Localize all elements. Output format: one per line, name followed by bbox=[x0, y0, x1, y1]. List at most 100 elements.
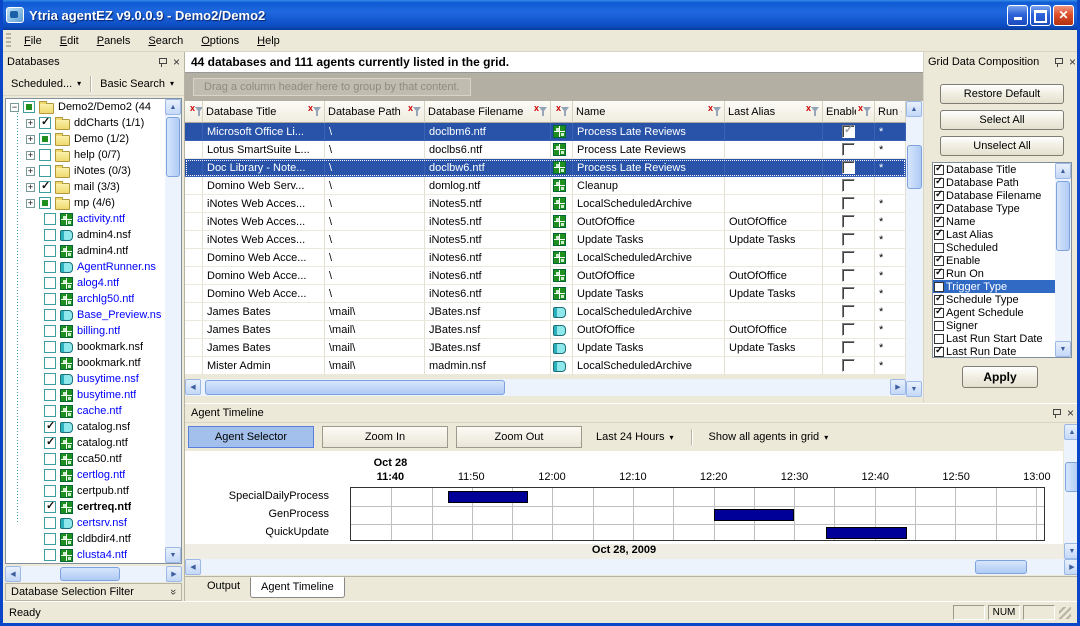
filter-icon[interactable] bbox=[806, 106, 819, 117]
field-checkbox[interactable]: ✓ bbox=[934, 230, 944, 240]
tree-horizontal-scrollbar[interactable]: ◀ ▶ bbox=[5, 566, 182, 582]
grid-vscroll-thumb[interactable] bbox=[907, 145, 922, 189]
checkbox-partial[interactable] bbox=[39, 133, 51, 145]
agent-run-bar[interactable] bbox=[714, 509, 795, 521]
menu-help[interactable]: Help bbox=[248, 32, 289, 50]
enable-checkbox[interactable] bbox=[842, 143, 855, 156]
column-header-run-c[interactable]: Run C bbox=[875, 101, 906, 123]
tree-scroll-thumb[interactable] bbox=[166, 117, 180, 177]
scroll-down-icon[interactable]: ▼ bbox=[1055, 341, 1071, 357]
field-item-schedule-type[interactable]: ✓Schedule Type bbox=[933, 293, 1055, 306]
scroll-right-icon[interactable]: ▶ bbox=[166, 566, 182, 582]
resize-grip[interactable] bbox=[1059, 607, 1071, 619]
close-icon[interactable]: × bbox=[1069, 57, 1076, 67]
checkbox-unchecked[interactable] bbox=[44, 357, 56, 369]
expand-toggle-icon[interactable]: + bbox=[26, 167, 35, 176]
tree-item[interactable]: cache.ntf bbox=[6, 403, 165, 419]
database-selection-filter-bar[interactable]: Database Selection Filter » bbox=[5, 583, 182, 601]
enable-checkbox[interactable] bbox=[842, 287, 855, 300]
enable-checkbox[interactable] bbox=[842, 269, 855, 282]
fields-vertical-scrollbar[interactable]: ▲ ▼ bbox=[1055, 163, 1071, 357]
scroll-right-icon[interactable]: ▶ bbox=[890, 379, 906, 395]
field-item-database-title[interactable]: ✓Database Title bbox=[933, 163, 1055, 176]
filter-icon[interactable] bbox=[408, 106, 421, 117]
close-icon[interactable]: × bbox=[173, 57, 180, 67]
menu-search[interactable]: Search bbox=[139, 32, 192, 50]
field-item-enable[interactable]: ✓Enable bbox=[933, 254, 1055, 267]
tree-item[interactable]: ✓catalog.nsf bbox=[6, 419, 165, 435]
field-item-database-type[interactable]: ✓Database Type bbox=[933, 202, 1055, 215]
filter-icon[interactable] bbox=[534, 106, 547, 117]
timeline-vertical-scrollbar[interactable]: ▲ ▼ bbox=[1064, 424, 1080, 559]
grid-horizontal-scrollbar[interactable]: ◀ ▶ bbox=[185, 379, 906, 396]
expand-toggle-icon[interactable]: + bbox=[26, 151, 35, 160]
field-checkbox[interactable]: ✓ bbox=[934, 256, 944, 266]
scroll-up-icon[interactable]: ▲ bbox=[1055, 163, 1071, 179]
column-header-name[interactable]: Name bbox=[573, 101, 725, 123]
tree-item[interactable]: +Demo (1/2) bbox=[6, 131, 165, 147]
apply-button[interactable]: Apply bbox=[962, 366, 1038, 388]
field-checkbox[interactable] bbox=[934, 282, 944, 292]
tree-item[interactable]: +mp (4/6) bbox=[6, 195, 165, 211]
grid-vertical-scrollbar[interactable]: ▲ ▼ bbox=[906, 101, 923, 397]
field-item-trigger-type[interactable]: Trigger Type bbox=[933, 280, 1055, 293]
basic-search-dropdown[interactable]: Basic Search ▾ bbox=[94, 75, 180, 93]
field-item-last-alias[interactable]: ✓Last Alias bbox=[933, 228, 1055, 241]
scroll-down-icon[interactable]: ▼ bbox=[906, 381, 922, 397]
field-checkbox[interactable]: ✓ bbox=[934, 204, 944, 214]
pin-icon[interactable] bbox=[1051, 408, 1061, 419]
timeline-vscroll-thumb[interactable] bbox=[1065, 462, 1079, 492]
filter-icon[interactable] bbox=[858, 106, 871, 117]
tree-item[interactable]: busytime.nsf bbox=[6, 371, 165, 387]
tree-item[interactable]: +help (0/7) bbox=[6, 147, 165, 163]
enable-checkbox[interactable] bbox=[842, 359, 855, 372]
enable-checkbox[interactable] bbox=[842, 215, 855, 228]
expand-toggle-icon[interactable]: + bbox=[26, 119, 35, 128]
tree-item[interactable]: alog4.ntf bbox=[6, 275, 165, 291]
checkbox-unchecked[interactable] bbox=[39, 149, 51, 161]
table-row[interactable]: Doc Library - Note...\doclbw6.ntfProcess… bbox=[185, 159, 906, 177]
checkbox-unchecked[interactable] bbox=[44, 389, 56, 401]
checkbox-unchecked[interactable] bbox=[44, 309, 56, 321]
column-header-database-filename[interactable]: Database Filename bbox=[425, 101, 551, 123]
checkbox-unchecked[interactable] bbox=[44, 229, 56, 241]
tree-item[interactable]: cca50.ntf bbox=[6, 451, 165, 467]
checkbox-unchecked[interactable] bbox=[44, 245, 56, 257]
checkbox-checked[interactable]: ✓ bbox=[39, 181, 51, 193]
time-range-dropdown[interactable]: Last 24 Hours ▾ bbox=[590, 431, 680, 443]
filter-icon[interactable] bbox=[190, 106, 203, 117]
table-row[interactable]: Microsoft Office Li...\doclbm6.ntfProces… bbox=[185, 123, 906, 141]
table-row[interactable]: iNotes Web Acces...\iNotes5.ntfOutOfOffi… bbox=[185, 213, 906, 231]
expand-toggle-icon[interactable]: + bbox=[26, 135, 35, 144]
checkbox-partial[interactable] bbox=[39, 197, 51, 209]
field-item-agent-schedule[interactable]: ✓Agent Schedule bbox=[933, 306, 1055, 319]
field-checkbox[interactable] bbox=[934, 321, 944, 331]
checkbox-unchecked[interactable] bbox=[44, 469, 56, 481]
tree-item[interactable]: ✓certreq.ntf bbox=[6, 499, 165, 515]
scroll-down-icon[interactable]: ▼ bbox=[165, 547, 181, 563]
agent-run-bar[interactable] bbox=[448, 491, 529, 503]
checkbox-unchecked[interactable] bbox=[44, 453, 56, 465]
field-item-signer[interactable]: Signer bbox=[933, 319, 1055, 332]
table-row[interactable]: Domino Web Acce...\iNotes6.ntfLocalSched… bbox=[185, 249, 906, 267]
field-checkbox[interactable] bbox=[934, 334, 944, 344]
pin-icon[interactable] bbox=[157, 57, 167, 68]
table-row[interactable]: James Bates\mail\JBates.nsfOutOfOfficeOu… bbox=[185, 321, 906, 339]
checkbox-unchecked[interactable] bbox=[44, 405, 56, 417]
grid-hscroll-thumb[interactable] bbox=[205, 380, 505, 395]
table-row[interactable]: James Bates\mail\JBates.nsfUpdate TasksU… bbox=[185, 339, 906, 357]
field-item-run-on[interactable]: ✓Run On bbox=[933, 267, 1055, 280]
field-checkbox[interactable]: ✓ bbox=[934, 347, 944, 357]
tree-item[interactable]: activity.ntf bbox=[6, 211, 165, 227]
checkbox-unchecked[interactable] bbox=[44, 341, 56, 353]
enable-checkbox[interactable] bbox=[842, 323, 855, 336]
field-checkbox[interactable]: ✓ bbox=[934, 178, 944, 188]
tree-item[interactable]: archlg50.ntf bbox=[6, 291, 165, 307]
checkbox-checked[interactable]: ✓ bbox=[44, 501, 56, 513]
fields-scroll-thumb[interactable] bbox=[1056, 181, 1070, 251]
agent-scope-dropdown[interactable]: Show all agents in grid ▾ bbox=[703, 431, 835, 443]
table-row[interactable]: Mister Admin\mail\madmin.nsfLocalSchedul… bbox=[185, 357, 906, 375]
menu-edit[interactable]: Edit bbox=[51, 32, 88, 50]
timeline-hscroll-thumb[interactable] bbox=[975, 560, 1027, 574]
checkbox-unchecked[interactable] bbox=[44, 325, 56, 337]
